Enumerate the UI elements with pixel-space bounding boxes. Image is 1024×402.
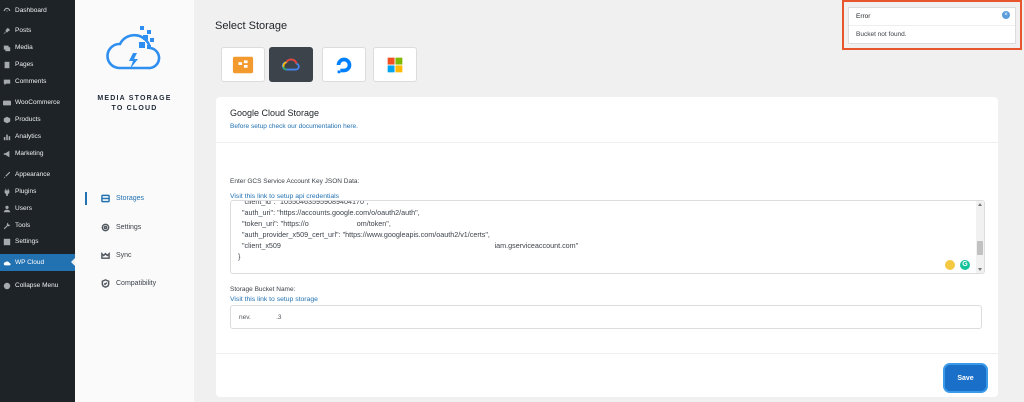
wrench-icon	[3, 222, 11, 230]
woocommerce-icon	[3, 99, 11, 107]
nav-sync[interactable]: Sync	[100, 248, 132, 262]
settings-icon	[3, 238, 11, 246]
wp-menu-plugins[interactable]: Plugins	[0, 183, 75, 200]
api-credentials-link[interactable]: Visit this link to setup api credentials	[230, 193, 339, 200]
cloud-icon	[3, 259, 11, 267]
error-divider	[849, 25, 1015, 26]
wp-menu-woocommerce[interactable]: WooCommerce	[0, 94, 75, 111]
error-notification: Error × Bucket not found.	[848, 7, 1016, 44]
shield-icon	[100, 278, 110, 288]
emoji-icon[interactable]	[945, 260, 955, 270]
digitalocean-icon	[336, 57, 352, 73]
wp-menu-marketing[interactable]: Marketing	[0, 145, 75, 162]
google-cloud-icon	[281, 58, 300, 70]
gear-icon	[100, 222, 110, 232]
aws-s3-icon	[232, 56, 254, 73]
wp-admin-sidebar: Dashboard Posts Media Pages Comments Woo…	[0, 0, 75, 402]
sync-icon	[100, 250, 110, 260]
pin-icon	[3, 27, 11, 35]
setup-storage-link[interactable]: Visit this link to setup storage	[230, 296, 318, 303]
wp-menu-dashboard[interactable]: Dashboard	[0, 2, 75, 19]
wp-menu-appearance[interactable]: Appearance	[0, 166, 75, 183]
pages-icon	[3, 61, 11, 69]
page-title: Select Storage	[215, 20, 288, 32]
provider-digitalocean[interactable]	[322, 47, 366, 82]
json-key-textarea[interactable]: "client_id": "105504635959089404170", "a…	[230, 200, 985, 274]
plugin-brand: MEDIA STORAGE TO CLOUD	[97, 95, 172, 112]
dashboard-icon	[3, 7, 11, 15]
json-field-label: Enter GCS Service Account Key JSON Data:	[230, 178, 360, 185]
bucket-field-label: Storage Bucket Name:	[230, 286, 296, 293]
products-icon	[3, 116, 11, 124]
nav-settings[interactable]: Settings	[100, 220, 141, 234]
provider-google-cloud[interactable]	[269, 47, 313, 82]
error-message: Bucket not found.	[856, 31, 907, 38]
close-icon[interactable]: ×	[1002, 11, 1010, 19]
provider-aws-s3[interactable]	[221, 47, 265, 82]
plugin-icon	[3, 188, 11, 196]
documentation-link[interactable]: Before setup check our documentation her…	[230, 123, 358, 130]
wp-menu-users[interactable]: Users	[0, 200, 75, 217]
megaphone-icon	[3, 150, 11, 158]
wp-menu-wp-cloud[interactable]: WP Cloud	[0, 254, 75, 271]
wp-menu-analytics[interactable]: Analytics	[0, 128, 75, 145]
error-title: Error	[856, 13, 871, 20]
plugin-nav-panel: MEDIA STORAGE TO CLOUD Storages Settings…	[75, 0, 194, 402]
users-icon	[3, 205, 11, 213]
active-nav-indicator	[85, 192, 87, 205]
panel-title: Google Cloud Storage	[230, 108, 320, 118]
wp-menu-products[interactable]: Products	[0, 111, 75, 128]
wp-menu-media[interactable]: Media	[0, 39, 75, 56]
save-button-focus-ring: Save	[945, 365, 986, 391]
json-key-content: "client_id": "105504635959089404170", "a…	[238, 200, 579, 261]
brush-icon	[3, 171, 11, 179]
footer-divider	[216, 353, 998, 354]
panel-divider	[216, 142, 998, 143]
save-button[interactable]: Save	[945, 365, 986, 391]
wp-menu-collapse[interactable]: Collapse Menu	[0, 277, 75, 294]
wp-menu-comments[interactable]: Comments	[0, 73, 75, 90]
textarea-scrollbar[interactable]	[976, 201, 984, 273]
nav-compatibility[interactable]: Compatibility	[100, 276, 156, 290]
bucket-name-input[interactable]	[230, 305, 982, 329]
media-icon	[3, 44, 11, 52]
provider-microsoft[interactable]	[373, 47, 417, 82]
wp-menu-posts[interactable]: Posts	[0, 22, 75, 39]
comments-icon	[3, 78, 11, 86]
nav-storages[interactable]: Storages	[100, 191, 144, 205]
microsoft-icon	[387, 57, 403, 72]
storage-icon	[100, 193, 110, 203]
wp-menu-tools[interactable]: Tools	[0, 217, 75, 234]
grammarly-icon[interactable]: G	[960, 260, 970, 270]
analytics-icon	[3, 133, 11, 141]
media-storage-logo	[106, 26, 161, 70]
storage-settings-panel: Google Cloud Storage Before setup check …	[216, 97, 998, 397]
wp-menu-pages[interactable]: Pages	[0, 56, 75, 73]
collapse-icon	[3, 282, 11, 290]
scroll-thumb[interactable]	[977, 241, 983, 255]
scroll-down-icon[interactable]	[978, 268, 982, 271]
scroll-up-icon[interactable]	[978, 203, 982, 206]
wp-menu-settings[interactable]: Settings	[0, 233, 75, 250]
